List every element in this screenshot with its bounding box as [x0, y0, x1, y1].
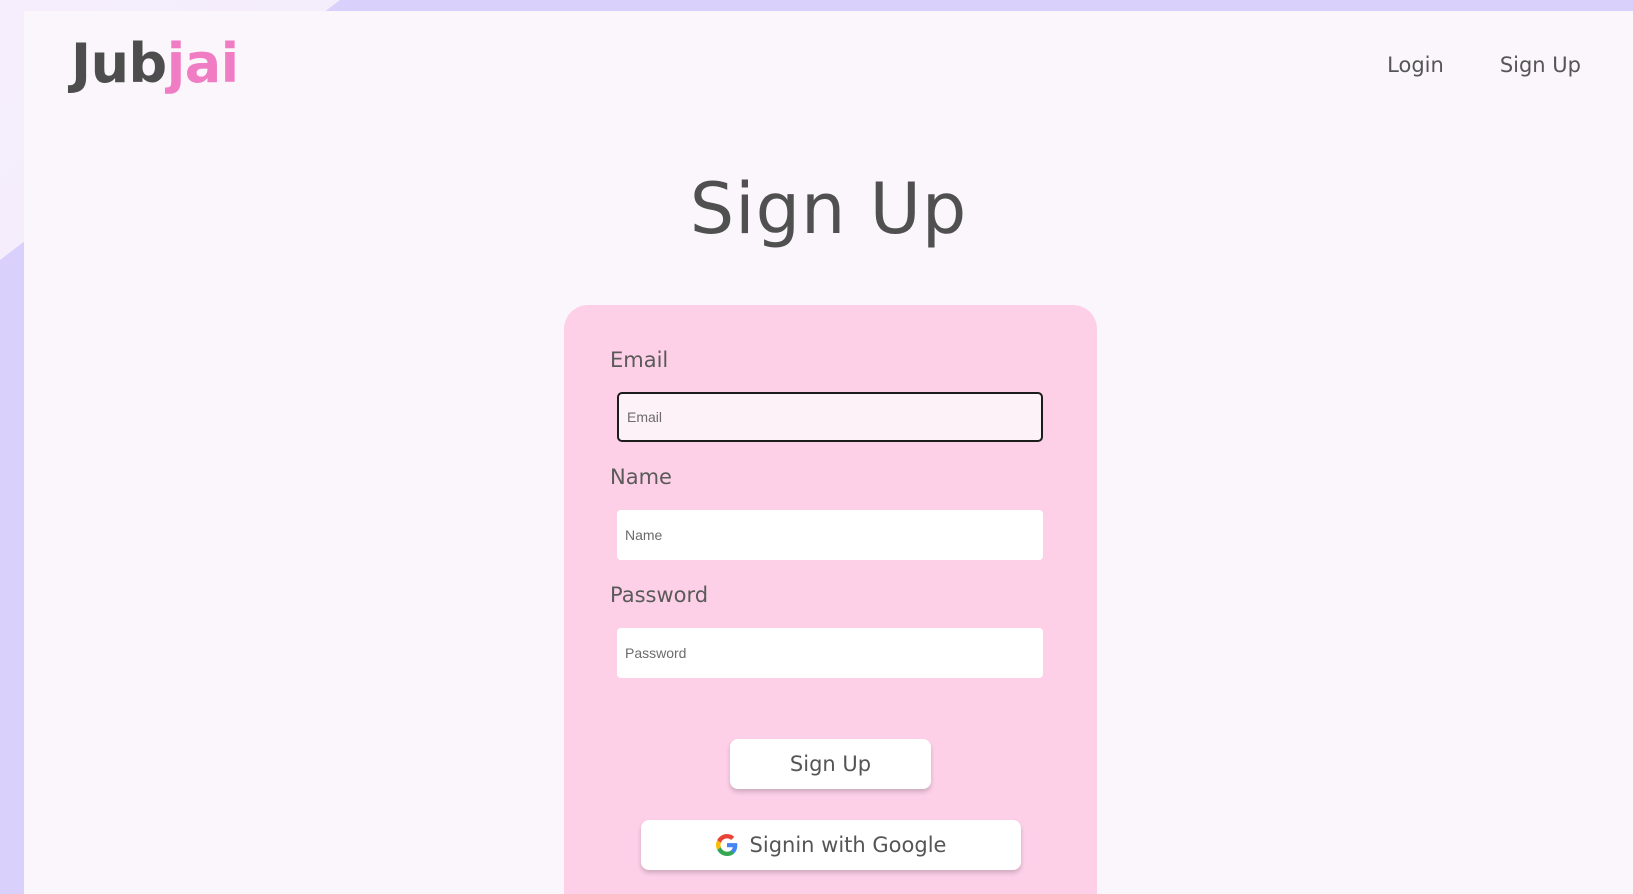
logo[interactable]: Jubjai: [71, 37, 239, 91]
name-label: Name: [610, 465, 672, 489]
name-input[interactable]: [617, 510, 1043, 560]
google-icon: [715, 834, 738, 856]
nav-login-link[interactable]: Login: [1387, 53, 1444, 77]
signup-form-card: Email Name Password Sign Up Signin with …: [564, 305, 1097, 894]
google-signin-label: Signin with Google: [749, 833, 947, 857]
google-signin-button[interactable]: Signin with Google: [641, 820, 1021, 870]
password-input[interactable]: [617, 628, 1043, 678]
signup-button[interactable]: Sign Up: [730, 739, 931, 789]
email-input[interactable]: [617, 392, 1043, 442]
top-nav: Login Sign Up: [1387, 53, 1581, 77]
signup-button-label: Sign Up: [789, 752, 872, 776]
password-label: Password: [610, 583, 709, 607]
logo-part-dark: Jub: [71, 32, 167, 95]
nav-signup-link[interactable]: Sign Up: [1500, 53, 1581, 77]
email-label: Email: [610, 348, 669, 372]
page-title: Sign Up: [689, 168, 968, 250]
logo-part-pink: jai: [166, 32, 239, 95]
page: Jubjai Login Sign Up Sign Up Email Name …: [24, 11, 1633, 894]
